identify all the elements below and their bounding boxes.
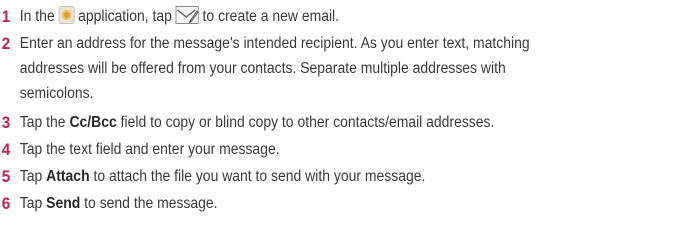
step-text-segment: to send the message. bbox=[84, 195, 218, 212]
step-text-line: addresses will be offered from your cont… bbox=[19, 60, 506, 77]
step-text-segment: to attach the file you want to send with… bbox=[93, 168, 426, 185]
step-text-line: semicolons. bbox=[19, 85, 94, 102]
step-text-segment: Tap the bbox=[19, 114, 66, 131]
step-text: Enter an address for the message's inten… bbox=[20, 31, 530, 106]
step-number: 4 bbox=[1, 140, 11, 159]
attach-label: Attach bbox=[46, 168, 90, 185]
step-text-segment: Tap bbox=[19, 195, 43, 212]
step-text-line: Enter an address for the message's inten… bbox=[19, 35, 530, 52]
cc-bcc-field-label: Cc/Bcc bbox=[69, 114, 117, 131]
step-number: 1 bbox=[1, 7, 11, 26]
step-number: 6 bbox=[1, 194, 11, 213]
step-number: 2 bbox=[1, 34, 11, 53]
step-text: In the application, tap to create a new e… bbox=[20, 4, 339, 32]
email-app-icon bbox=[58, 6, 75, 24]
step-text: Tap the Cc/Bcc field to copy or blind co… bbox=[20, 110, 495, 135]
step-text-segment: to create a new email. bbox=[202, 8, 340, 25]
instruction-steps: 1 In the application, tap to create a new… bbox=[0, 0, 677, 244]
step-text: Tap Attach to attach the file you want t… bbox=[20, 164, 426, 189]
step-text-segment: field to copy or blind copy to other con… bbox=[120, 114, 495, 131]
step-text-segment: application, tap bbox=[78, 8, 172, 25]
send-label: Send bbox=[46, 195, 81, 212]
step-text: Tap Send to send the message. bbox=[20, 191, 218, 216]
compose-email-icon bbox=[175, 6, 199, 32]
step-number: 5 bbox=[1, 167, 11, 186]
step-number: 3 bbox=[1, 113, 11, 132]
step-text-segment: In the bbox=[19, 8, 55, 25]
step-text-segment: Tap bbox=[19, 168, 43, 185]
step-text: Tap the text field and enter your messag… bbox=[19, 141, 280, 158]
